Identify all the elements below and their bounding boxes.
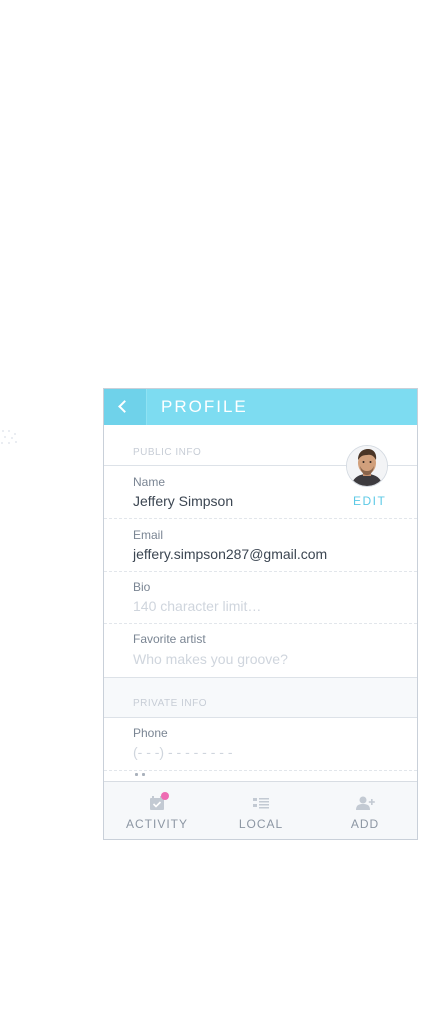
tab-activity-label: ACTIVITY [125, 817, 188, 831]
partial-next-field [133, 773, 147, 779]
name-label: Name [133, 475, 166, 489]
divider [104, 623, 417, 624]
notification-badge [161, 792, 169, 800]
divider [104, 770, 417, 771]
favorite-artist-field[interactable]: Who makes you groove? [133, 651, 288, 667]
tab-local-label: LOCAL [238, 817, 284, 831]
decorative-dots [0, 428, 20, 446]
tab-add-label: ADD [350, 817, 380, 831]
divider [104, 571, 417, 572]
chevron-left-icon [118, 400, 131, 413]
bio-field[interactable]: 140 character limit… [133, 598, 261, 614]
phone-field[interactable]: (- - -) - - - - - - - - [133, 744, 233, 760]
private-info-label: PRIVATE INFO [133, 698, 207, 709]
add-user-icon [356, 796, 375, 810]
email-label: Email [133, 528, 164, 542]
divider [104, 518, 417, 519]
public-info-label: PUBLIC INFO [133, 447, 202, 458]
tab-bar: ACTIVITY LOCAL ADD [104, 781, 417, 839]
profile-screen: PROFILE PUBLIC INFO Name Jeffery Simpson… [103, 388, 418, 840]
bio-label: Bio [133, 580, 151, 594]
name-field[interactable]: Jeffery Simpson [133, 493, 233, 509]
back-button[interactable] [104, 389, 147, 425]
avatar-photo [347, 446, 387, 486]
email-field[interactable]: jeffery.simpson287@gmail.com [133, 546, 327, 562]
divider [104, 717, 417, 718]
avatar[interactable] [346, 445, 388, 487]
list-icon [253, 798, 269, 809]
tab-add[interactable]: ADD [316, 782, 414, 839]
phone-label: Phone [133, 726, 168, 740]
favorite-artist-label: Favorite artist [133, 632, 206, 646]
tab-local[interactable]: LOCAL [212, 782, 310, 839]
page-title: PROFILE [161, 397, 248, 416]
edit-photo-button[interactable]: EDIT [353, 494, 386, 508]
header-bar: PROFILE [104, 389, 417, 425]
tab-activity[interactable]: ACTIVITY [108, 782, 206, 839]
